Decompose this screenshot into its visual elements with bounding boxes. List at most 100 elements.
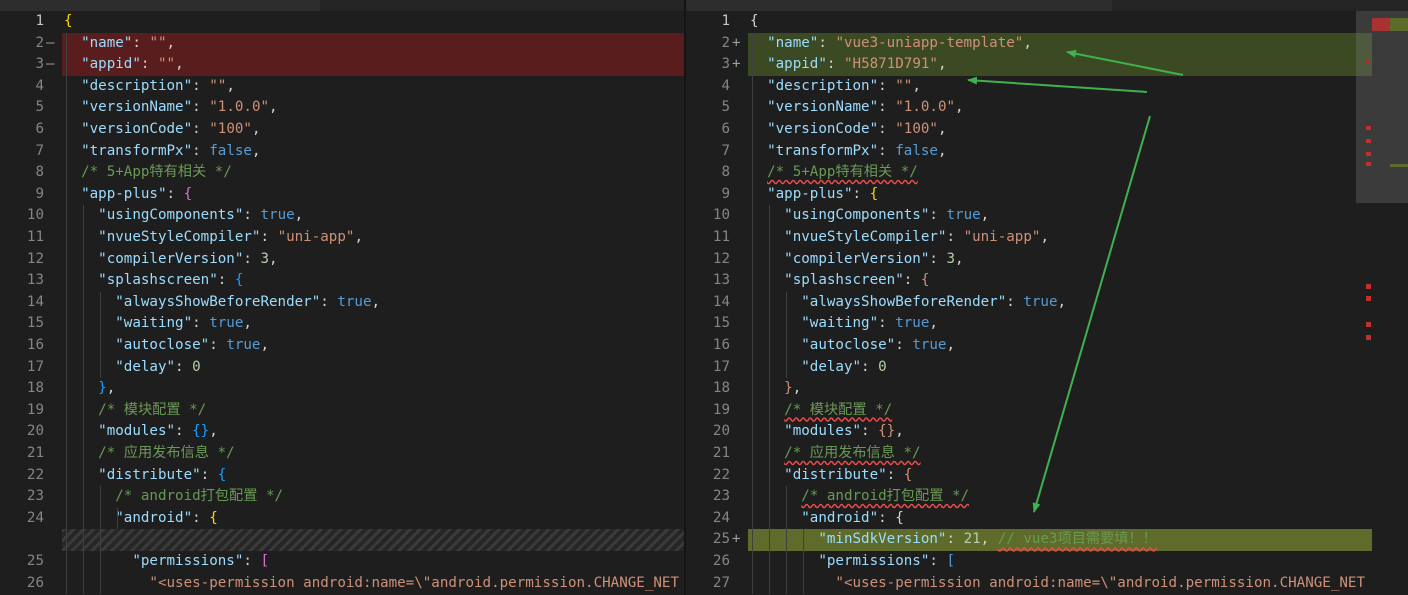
code-line[interactable]: /* android打包配置 */ xyxy=(750,486,969,508)
code-token: : xyxy=(209,337,227,353)
code-line[interactable]: "versionCode": "100", xyxy=(64,119,260,141)
code-line[interactable]: "autoclose": true, xyxy=(64,335,269,357)
code-line[interactable]: "appid": "H5871D791", xyxy=(750,54,946,76)
line-number: 14 xyxy=(0,292,60,314)
original-editor-pane[interactable]: 1 2—3—4 5 6 7 8 9 10 11 12 13 14 15 16 17 18 19 20 21 22 23 2… xyxy=(0,0,684,595)
code-token: "" xyxy=(209,77,227,94)
code-line[interactable]: "description": "", xyxy=(64,76,235,98)
line-number: 10 xyxy=(686,205,746,227)
code-line[interactable]: }, xyxy=(750,378,801,400)
code-line[interactable]: "versionCode": "100", xyxy=(750,119,946,141)
code-line[interactable]: "compilerVersion": 3, xyxy=(64,249,277,271)
code-token: "uni-app" xyxy=(963,229,1041,245)
code-line[interactable]: "name": "vue3-uniapp-template", xyxy=(750,33,1032,55)
code-line[interactable]: /* 应用发布信息 */ xyxy=(64,443,234,465)
code-line[interactable]: "<uses-permission android:name=\"android… xyxy=(64,573,679,595)
code-line[interactable]: "name": "", xyxy=(64,33,175,55)
code-line[interactable]: "app-plus": { xyxy=(750,184,878,206)
code-line[interactable]: "modules": {}, xyxy=(750,421,904,443)
code-token: "appid" xyxy=(767,56,827,73)
code-line[interactable]: "permissions": [ xyxy=(64,551,269,573)
line-number: 21 xyxy=(0,443,60,465)
code-line[interactable]: "alwaysShowBeforeRender": true, xyxy=(64,292,380,314)
code-line[interactable]: /* 5+App特有相关 */ xyxy=(750,162,918,184)
code-token: : xyxy=(200,466,218,483)
line-number: 8 xyxy=(686,162,746,184)
code-token: "versionName" xyxy=(767,99,879,116)
line-number-text: 18 xyxy=(712,380,730,397)
minimap-marker xyxy=(1372,18,1390,31)
code-line[interactable]: "app-plus": { xyxy=(64,184,192,206)
code-token: "uni-app" xyxy=(277,229,355,245)
code-line[interactable]: "splashscreen": { xyxy=(64,270,243,292)
code-line[interactable]: /* android打包配置 */ xyxy=(64,486,283,508)
code-line[interactable]: "splashscreen": { xyxy=(750,270,929,292)
code-line[interactable]: "transformPx": false, xyxy=(64,141,260,163)
line-number-text: 6 xyxy=(721,121,730,137)
code-line[interactable]: "appid": "", xyxy=(64,54,184,76)
code-token: "distribute" xyxy=(98,466,201,483)
code-line[interactable]: "alwaysShowBeforeRender": true, xyxy=(750,292,1066,314)
minimap-viewport-slider[interactable] xyxy=(1356,11,1408,203)
right-editor-tab[interactable] xyxy=(686,0,1112,11)
code-token: "autoclose" xyxy=(115,337,210,353)
line-number: 7 xyxy=(686,141,746,163)
code-token: : xyxy=(243,553,261,569)
code-line[interactable]: "android": { xyxy=(750,508,904,530)
code-line[interactable]: "waiting": true, xyxy=(64,313,252,335)
line-number: 4 xyxy=(686,76,746,98)
code-token: "alwaysShowBeforeRender" xyxy=(115,293,321,310)
code-token: true xyxy=(946,207,981,224)
code-line[interactable]: "distribute": { xyxy=(64,465,226,487)
line-number: 15 xyxy=(686,313,746,335)
code-token: true xyxy=(895,315,930,332)
code-line[interactable]: "modules": {}, xyxy=(64,421,218,443)
code-line[interactable]: "nvueStyleCompiler": "uni-app", xyxy=(64,227,363,249)
code-line[interactable]: "minSdkVersion": 21, // vue3项目需要填！！ xyxy=(750,529,1157,551)
code-line[interactable]: "usingComponents": true, xyxy=(750,205,989,227)
code-token: false xyxy=(209,142,252,159)
code-line[interactable]: }, xyxy=(64,378,115,400)
code-line[interactable]: "nvueStyleCompiler": "uni-app", xyxy=(750,227,1049,249)
code-line[interactable]: "versionName": "1.0.0", xyxy=(750,97,963,119)
code-line[interactable]: "transformPx": false, xyxy=(750,141,946,163)
code-line[interactable]: /* 模块配置 */ xyxy=(750,400,892,422)
minimap[interactable] xyxy=(1356,11,1408,595)
code-line[interactable]: /* 5+App特有相关 */ xyxy=(64,162,232,184)
code-token: : xyxy=(243,207,261,224)
line-number: 22 xyxy=(0,465,60,487)
code-token: , xyxy=(912,77,921,94)
code-line[interactable]: "delay": 0 xyxy=(750,357,886,379)
line-number: 5 xyxy=(686,97,746,119)
code-line[interactable]: "waiting": true, xyxy=(750,313,938,335)
code-line[interactable]: "description": "", xyxy=(750,76,921,98)
modified-editor-pane[interactable]: 1 2 +3 +4 5 6 7 8 9 10 11 12 13 14 15 16 17 18 19 20 21 22 23 2… xyxy=(686,0,1408,595)
minimap-marker xyxy=(1366,152,1371,156)
code-token: : xyxy=(826,56,844,73)
code-token: : xyxy=(140,56,158,73)
code-line[interactable]: "versionName": "1.0.0", xyxy=(64,97,277,119)
code-token: : xyxy=(175,423,193,440)
code-line[interactable]: { xyxy=(750,11,759,33)
code-line[interactable]: "android": { xyxy=(64,508,218,530)
code-line[interactable]: "autoclose": true, xyxy=(750,335,955,357)
code-token: "versionCode" xyxy=(767,121,879,137)
left-editor-tab[interactable] xyxy=(0,0,320,11)
code-line[interactable]: { xyxy=(64,11,73,33)
code-line[interactable]: /* 模块配置 */ xyxy=(64,400,206,422)
line-number: 13 xyxy=(686,270,746,292)
line-number-text: 25 xyxy=(26,553,44,569)
code-line[interactable]: "usingComponents": true, xyxy=(64,205,303,227)
code-line[interactable]: "permissions": [ xyxy=(750,551,955,573)
code-line[interactable]: "distribute": { xyxy=(750,465,912,487)
code-line[interactable]: "<uses-permission android:name=\"android… xyxy=(750,573,1365,595)
code-line[interactable]: "delay": 0 xyxy=(64,357,200,379)
code-line[interactable]: /* 应用发布信息 */ xyxy=(750,443,920,465)
line-number-text: 7 xyxy=(35,142,44,159)
code-line[interactable]: "compilerVersion": 3, xyxy=(750,249,963,271)
